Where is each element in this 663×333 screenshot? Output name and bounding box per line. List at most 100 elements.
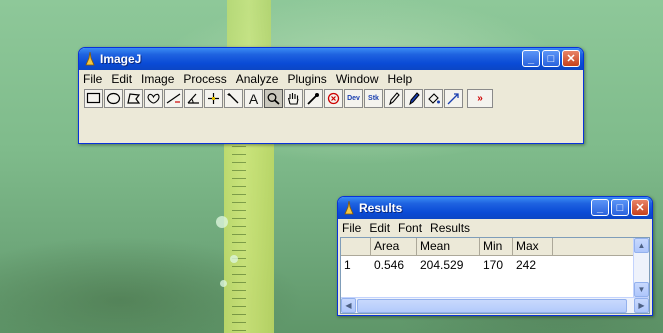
imagej-status-bar (79, 108, 583, 134)
horizontal-scrollbar[interactable]: ◀ ▶ (341, 297, 649, 313)
menu-analyze[interactable]: Analyze (236, 72, 279, 86)
chevron-left-icon: ◀ (345, 301, 352, 310)
column-header-area[interactable]: Area (371, 238, 417, 255)
arrow-tool-icon (447, 93, 459, 105)
more-tools-button[interactable]: » (467, 89, 493, 108)
polygon-tool-icon (127, 93, 141, 104)
maximize-button[interactable]: □ (611, 199, 629, 216)
close-button[interactable]: ✕ (631, 199, 649, 216)
flood-fill-tool-button[interactable] (424, 89, 443, 108)
hand-tool-button[interactable] (284, 89, 303, 108)
results-menu-font[interactable]: Font (398, 221, 422, 235)
cell-area: 0.546 (374, 258, 405, 272)
dropper-tool-button[interactable] (304, 89, 323, 108)
results-title: Results (359, 201, 403, 215)
point-tool-icon (208, 93, 219, 104)
line-tool-icon (166, 93, 181, 104)
minimize-button[interactable]: _ (591, 199, 609, 216)
results-window: Results _ □ ✕ File Edit Font Results Are… (337, 196, 653, 316)
cell-index: 1 (344, 258, 351, 272)
scroll-down-button[interactable]: ▼ (634, 282, 649, 297)
chevron-right-icon: ▶ (638, 301, 645, 310)
rectangle-tool-icon (86, 92, 101, 104)
scroll-right-button[interactable]: ▶ (634, 298, 649, 313)
oval-tool-button[interactable] (104, 89, 123, 108)
dropper-tool-icon (307, 93, 319, 105)
text-tool-button[interactable]: A (244, 89, 263, 108)
menu-plugins[interactable]: Plugins (287, 72, 326, 86)
developer-menu-button[interactable]: Dev (344, 89, 363, 108)
wand-tool-icon (227, 93, 239, 104)
text-tool-icon: A (248, 90, 259, 107)
pencil-tool-button[interactable] (384, 89, 403, 108)
results-table[interactable]: Area Mean Min Max 1 0.546 204.529 170 24… (340, 237, 650, 314)
menu-window[interactable]: Window (336, 72, 379, 86)
results-menu-file[interactable]: File (342, 221, 361, 235)
organism-blob (230, 255, 238, 263)
imagej-window: ImageJ _ □ ✕ File Edit Image Process Ana… (78, 47, 584, 144)
menu-image[interactable]: Image (141, 72, 174, 86)
column-header-mean[interactable]: Mean (417, 238, 480, 255)
table-row[interactable]: 1 0.546 204.529 170 242 (341, 256, 649, 273)
menu-file[interactable]: File (83, 72, 102, 86)
close-icon: ✕ (635, 202, 645, 214)
angle-tool-icon (187, 93, 199, 104)
developer-menu-icon: Dev (347, 95, 360, 102)
hand-tool-icon (287, 93, 299, 105)
organism-blob (216, 216, 228, 228)
stack-tools-button[interactable]: Stk (364, 89, 383, 108)
minimize-icon: _ (596, 201, 604, 214)
magnifier-tool-icon (267, 93, 280, 105)
wand-tool-button[interactable] (224, 89, 243, 108)
horizontal-scroll-thumb[interactable] (357, 299, 627, 313)
chevron-down-icon: ▼ (637, 285, 646, 294)
freehand-tool-icon (147, 93, 160, 104)
close-icon: ✕ (566, 53, 576, 65)
imagej-app-icon (344, 201, 354, 215)
oval-tool-icon (106, 92, 121, 105)
cell-max: 242 (516, 258, 537, 272)
imagej-app-icon (85, 52, 95, 66)
results-titlebar[interactable]: Results _ □ ✕ (338, 197, 652, 219)
measuring-ruler (224, 130, 274, 333)
vertical-scrollbar[interactable]: ▲ ▼ (633, 238, 649, 297)
menu-help[interactable]: Help (388, 72, 413, 86)
cell-mean: 204.529 (420, 258, 464, 272)
imagej-toolbar: A Dev Stk » (79, 87, 583, 108)
measuring-ruler-top (227, 0, 271, 52)
chevron-up-icon: ▲ (637, 241, 646, 250)
minimize-icon: _ (527, 52, 535, 65)
menu-process[interactable]: Process (183, 72, 226, 86)
imagej-titlebar[interactable]: ImageJ _ □ ✕ (79, 48, 583, 70)
remove-overlay-button[interactable] (324, 89, 343, 108)
line-tool-button[interactable] (164, 89, 183, 108)
arrow-tool-button[interactable] (444, 89, 463, 108)
column-header-min[interactable]: Min (480, 238, 513, 255)
polygon-tool-button[interactable] (124, 89, 143, 108)
angle-tool-button[interactable] (184, 89, 203, 108)
rectangle-tool-button[interactable] (84, 89, 103, 108)
imagej-title: ImageJ (100, 52, 142, 66)
scroll-up-button[interactable]: ▲ (634, 238, 649, 253)
ruler-ticks (232, 130, 246, 333)
point-tool-button[interactable] (204, 89, 223, 108)
magnifier-tool-button[interactable] (264, 89, 283, 108)
results-menu-edit[interactable]: Edit (369, 221, 390, 235)
minimize-button[interactable]: _ (522, 50, 540, 67)
scroll-left-button[interactable]: ◀ (341, 298, 356, 313)
freehand-tool-button[interactable] (144, 89, 163, 108)
double-chevron-right-icon: » (477, 93, 483, 104)
column-header-index[interactable] (341, 238, 371, 255)
remove-overlay-icon (327, 92, 340, 105)
pencil-tool-icon (389, 92, 400, 105)
brush-tool-button[interactable] (404, 89, 423, 108)
table-header: Area Mean Min Max (341, 238, 649, 256)
organism-blob (220, 280, 227, 287)
results-menu-results[interactable]: Results (430, 221, 470, 235)
stack-tools-icon: Stk (368, 95, 379, 102)
maximize-icon: □ (547, 52, 555, 65)
close-button[interactable]: ✕ (562, 50, 580, 67)
menu-edit[interactable]: Edit (111, 72, 132, 86)
column-header-max[interactable]: Max (513, 238, 553, 255)
maximize-button[interactable]: □ (542, 50, 560, 67)
